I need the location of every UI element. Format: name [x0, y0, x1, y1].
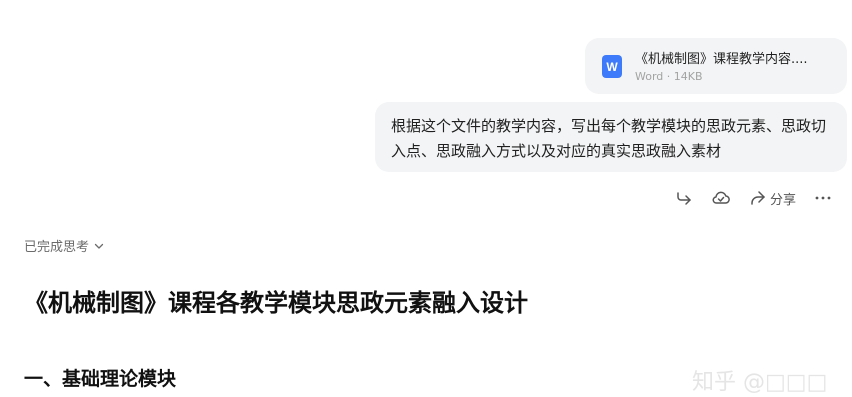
- user-message-text: 根据这个文件的教学内容，写出每个教学模块的思政元素、思政切入点、思政融入方式以及…: [391, 117, 827, 160]
- attachment-file-name: 《机械制图》课程教学内容....: [635, 52, 808, 67]
- cloud-save-button[interactable]: [711, 189, 731, 207]
- word-doc-icon: W: [602, 55, 622, 78]
- attachment-card[interactable]: W 《机械制图》课程教学内容.... Word · 14KB: [585, 38, 847, 94]
- more-icon: [815, 196, 831, 200]
- attachment-meta: Word · 14KB: [635, 70, 703, 83]
- share-icon: [751, 191, 765, 205]
- thinking-toggle[interactable]: 已完成思考: [24, 236, 105, 255]
- chevron-down-icon: [94, 243, 104, 249]
- share-button[interactable]: 分享: [749, 189, 796, 208]
- section-heading: 一、基础理论模块: [24, 368, 177, 390]
- forward-icon: [677, 192, 691, 205]
- forward-button[interactable]: [675, 189, 693, 207]
- message-action-bar: 分享: [657, 186, 832, 210]
- more-button[interactable]: [814, 189, 832, 207]
- user-message-bubble: 根据这个文件的教学内容，写出每个教学模块的思政元素、思政切入点、思政融入方式以及…: [375, 102, 847, 172]
- watermark: 知乎 @□□□: [692, 370, 828, 395]
- thinking-label: 已完成思考: [24, 240, 90, 255]
- answer-title: 《机械制图》课程各教学模块思政元素融入设计: [24, 289, 528, 317]
- share-label: 分享: [769, 192, 796, 208]
- cloud-save-icon: [712, 191, 730, 204]
